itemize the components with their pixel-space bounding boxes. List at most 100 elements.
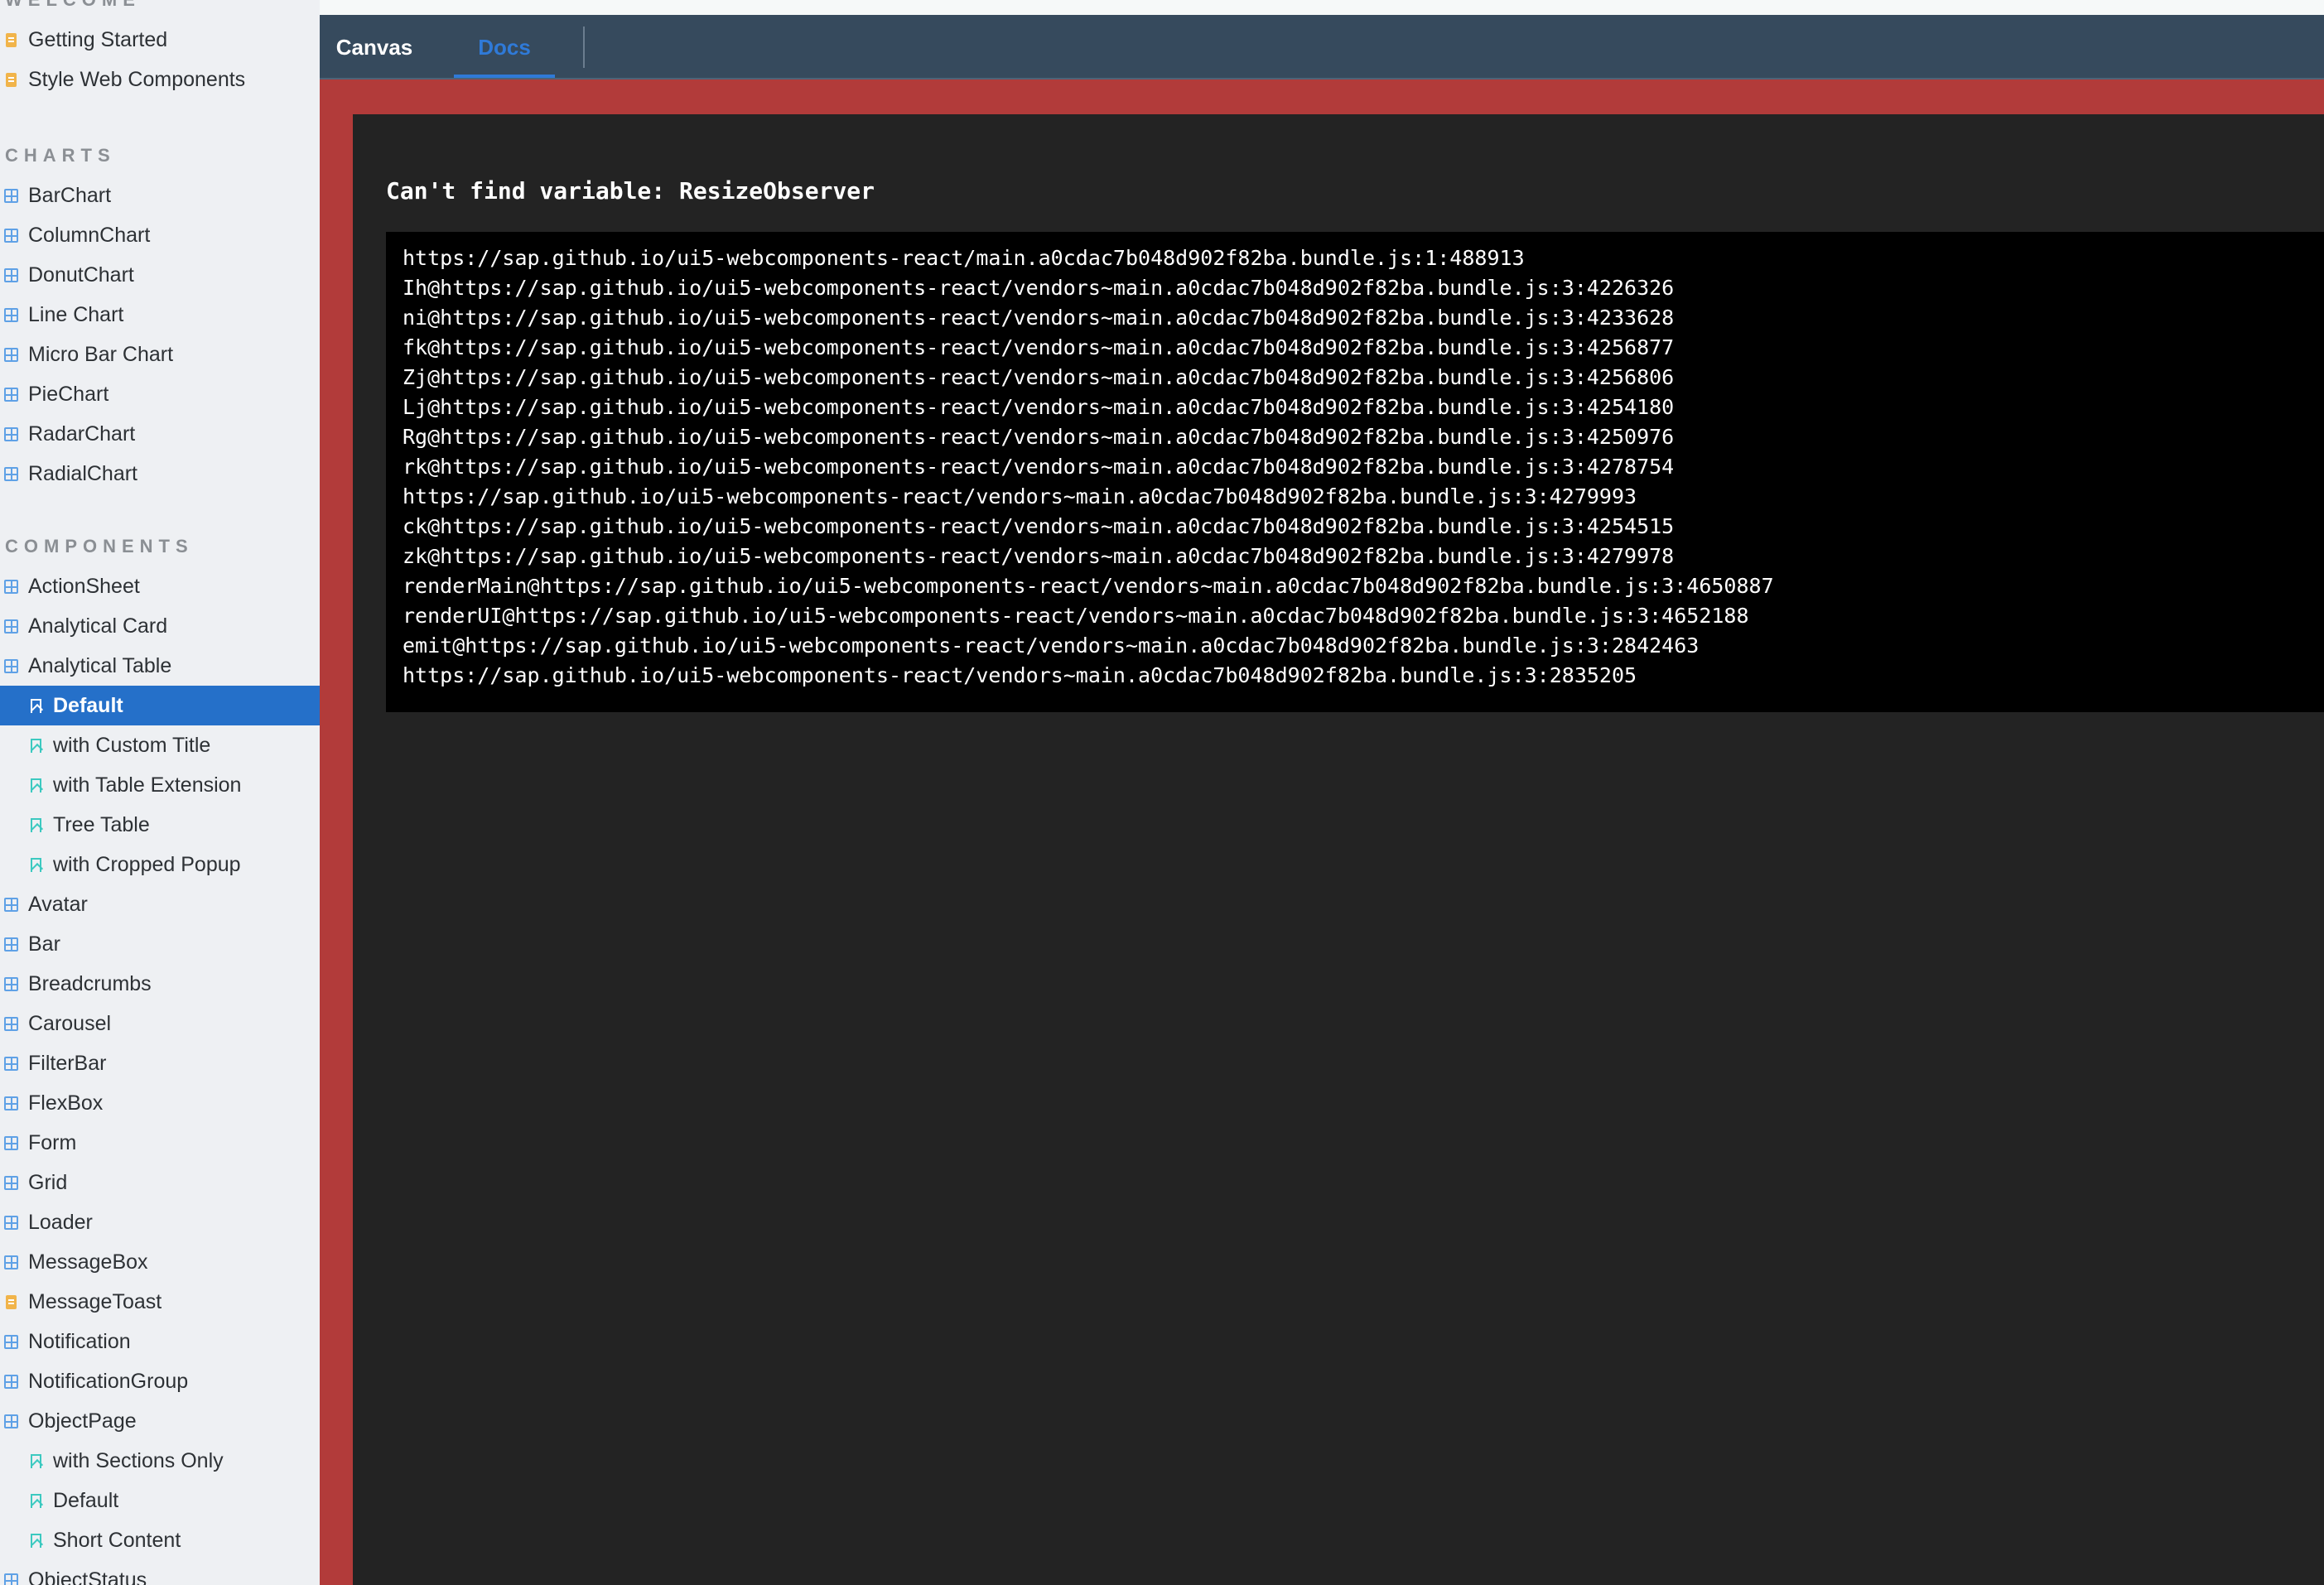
- sidebar-item-label: Bar: [28, 932, 60, 956]
- sidebar-item-getting-started[interactable]: Getting Started: [0, 20, 320, 60]
- tab-canvas[interactable]: Canvas: [335, 15, 414, 79]
- sidebar-item-flexbox[interactable]: FlexBox: [0, 1083, 320, 1123]
- story-icon: [27, 1441, 45, 1481]
- sidebar-item-breadcrumbs[interactable]: Breadcrumbs: [0, 964, 320, 1004]
- stack-trace-line: fk@https://sap.github.io/ui5-webcomponen…: [403, 335, 1675, 359]
- stack-trace-line: Rg@https://sap.github.io/ui5-webcomponen…: [403, 425, 1675, 449]
- stack-trace-line: Lj@https://sap.github.io/ui5-webcomponen…: [403, 395, 1675, 419]
- component-icon: [2, 1401, 20, 1441]
- story-icon: [27, 805, 45, 845]
- sidebar-item-analytical-card[interactable]: Analytical Card: [0, 606, 320, 646]
- doc-icon: [2, 20, 20, 60]
- sidebar-item-style-web-components[interactable]: Style Web Components: [0, 60, 320, 99]
- component-icon: [2, 414, 20, 454]
- sidebar-item-label: Analytical Card: [28, 614, 168, 638]
- sidebar-item-label: ColumnChart: [28, 224, 151, 247]
- sidebar-item-label: Style Web Components: [28, 68, 246, 91]
- sidebar-item-piechart[interactable]: PieChart: [0, 374, 320, 414]
- sidebar-item-label: ObjectPage: [28, 1409, 137, 1433]
- toolbar-divider: [583, 26, 585, 68]
- sidebar-item-label: Analytical Table: [28, 654, 172, 677]
- sidebar-item-label: PieChart: [28, 383, 109, 406]
- sidebar-item-label: RadarChart: [28, 422, 136, 446]
- sidebar-item-radarchart[interactable]: RadarChart: [0, 414, 320, 454]
- sidebar-item-line-chart[interactable]: Line Chart: [0, 295, 320, 335]
- tab-docs[interactable]: Docs: [454, 15, 555, 79]
- sidebar-item-label: MessageBox: [28, 1250, 148, 1274]
- sidebar-item-radialchart[interactable]: RadialChart: [0, 454, 320, 494]
- component-icon: [2, 335, 20, 374]
- story-icon: [27, 725, 45, 765]
- sidebar-item-messagetoast[interactable]: MessageToast: [0, 1282, 320, 1322]
- component-icon: [2, 255, 20, 295]
- sidebar-item-short-content[interactable]: Short Content: [0, 1520, 320, 1560]
- story-icon: [27, 1520, 45, 1560]
- sidebar-item-label: with Custom Title: [53, 734, 211, 757]
- component-icon: [2, 176, 20, 215]
- sidebar-item-label: Short Content: [53, 1529, 181, 1552]
- sidebar-item-label: Loader: [28, 1211, 93, 1234]
- component-icon: [2, 1083, 20, 1123]
- component-icon: [2, 374, 20, 414]
- sidebar-item-label: Line Chart: [28, 303, 124, 326]
- sidebar: WELCOME Getting Started Style Web Componen…: [0, 0, 320, 1585]
- stack-trace-line: https://sap.github.io/ui5-webcomponents-…: [403, 484, 1637, 508]
- sidebar-item-default[interactable]: Default: [0, 1481, 320, 1520]
- stack-trace-line: https://sap.github.io/ui5-webcomponents-…: [403, 663, 1637, 687]
- sidebar-item-bar[interactable]: Bar: [0, 924, 320, 964]
- stack-trace-line: renderUI@https://sap.github.io/ui5-webco…: [403, 604, 1749, 628]
- sidebar-item-analytical-table[interactable]: Analytical Table: [0, 646, 320, 686]
- component-icon: [2, 606, 20, 646]
- sidebar-item-grid[interactable]: Grid: [0, 1163, 320, 1202]
- sidebar-item-label: with Table Extension: [53, 773, 242, 797]
- sidebar-item-micro-bar-chart[interactable]: Micro Bar Chart: [0, 335, 320, 374]
- sidebar-item-default[interactable]: Default: [0, 686, 320, 725]
- sidebar-item-label: DonutChart: [28, 263, 134, 287]
- sidebar-item-label: Form: [28, 1131, 77, 1154]
- component-icon: [2, 1123, 20, 1163]
- sidebar-item-donutchart[interactable]: DonutChart: [0, 255, 320, 295]
- sidebar-item-with-table-extension[interactable]: with Table Extension: [0, 765, 320, 805]
- sidebar-item-label: Getting Started: [28, 28, 168, 51]
- component-icon: [2, 964, 20, 1004]
- story-icon: [27, 686, 45, 725]
- stack-trace-line: Ih@https://sap.github.io/ui5-webcomponen…: [403, 276, 1675, 300]
- sidebar-item-label: Notification: [28, 1330, 131, 1353]
- sidebar-item-label: NotificationGroup: [28, 1370, 189, 1393]
- sidebar-item-with-custom-title[interactable]: with Custom Title: [0, 725, 320, 765]
- sidebar-item-filterbar[interactable]: FilterBar: [0, 1043, 320, 1083]
- sidebar-item-label: Carousel: [28, 1012, 112, 1035]
- sidebar-item-label: FilterBar: [28, 1052, 107, 1075]
- component-icon: [2, 1043, 20, 1083]
- stack-trace-line: renderMain@https://sap.github.io/ui5-web…: [403, 574, 1774, 598]
- component-icon: [2, 646, 20, 686]
- sidebar-item-columnchart[interactable]: ColumnChart: [0, 215, 320, 255]
- sidebar-item-with-sections-only[interactable]: with Sections Only: [0, 1441, 320, 1481]
- doc-icon: [2, 60, 20, 99]
- sidebar-item-label: BarChart: [28, 184, 112, 207]
- component-icon: [2, 1004, 20, 1043]
- sidebar-item-loader[interactable]: Loader: [0, 1202, 320, 1242]
- sidebar-item-actionsheet[interactable]: ActionSheet: [0, 566, 320, 606]
- sidebar-item-tree-table[interactable]: Tree Table: [0, 805, 320, 845]
- story-icon: [27, 1481, 45, 1520]
- sidebar-item-avatar[interactable]: Avatar: [0, 884, 320, 924]
- sidebar-item-with-cropped-popup[interactable]: with Cropped Popup: [0, 845, 320, 884]
- component-icon: [2, 215, 20, 255]
- stack-trace-line: rk@https://sap.github.io/ui5-webcomponen…: [403, 455, 1675, 479]
- sidebar-item-objectpage[interactable]: ObjectPage: [0, 1401, 320, 1441]
- sidebar-item-objectstatus[interactable]: ObjectStatus: [0, 1560, 320, 1585]
- component-icon: [2, 1242, 20, 1282]
- stack-trace-line: emit@https://sap.github.io/ui5-webcompon…: [403, 634, 1700, 658]
- sidebar-item-notificationgroup[interactable]: NotificationGroup: [0, 1361, 320, 1401]
- component-icon: [2, 295, 20, 335]
- active-tab-indicator: [454, 75, 555, 78]
- error-title: Can't find variable: ResizeObserver: [386, 177, 875, 205]
- main-panel: Canvas Docs Can't find variable: ResizeO…: [320, 15, 2324, 1585]
- sidebar-item-form[interactable]: Form: [0, 1123, 320, 1163]
- sidebar-item-barchart[interactable]: BarChart: [0, 176, 320, 215]
- sidebar-item-messagebox[interactable]: MessageBox: [0, 1242, 320, 1282]
- sidebar-item-carousel[interactable]: Carousel: [0, 1004, 320, 1043]
- sidebar-item-notification[interactable]: Notification: [0, 1322, 320, 1361]
- sidebar-item-label: Tree Table: [53, 813, 150, 836]
